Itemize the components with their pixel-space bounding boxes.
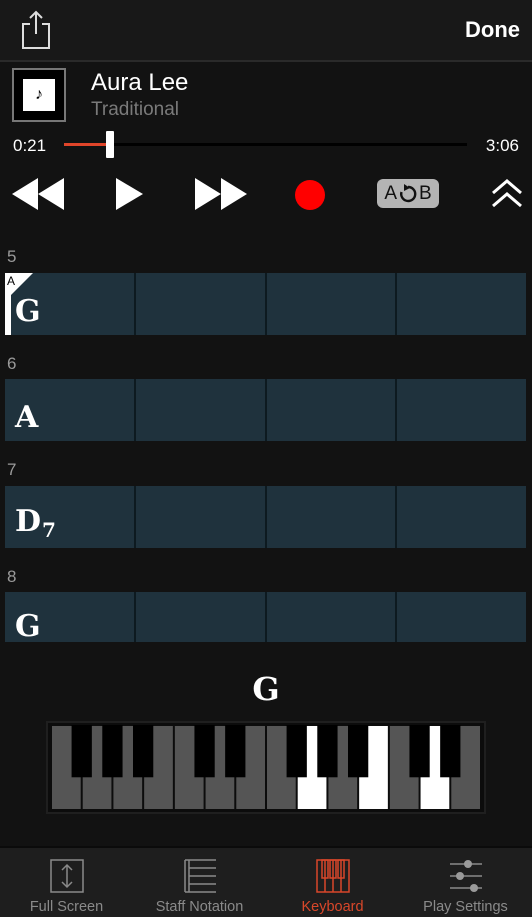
tab-keyboard[interactable]: Keyboard bbox=[266, 848, 399, 917]
ab-repeat-button[interactable]: A B bbox=[377, 179, 439, 208]
play-button[interactable] bbox=[116, 178, 144, 215]
tab-bar: Full Screen Staff Notation Keyboard Play… bbox=[0, 846, 532, 917]
ab-repeat-icon bbox=[400, 183, 417, 202]
share-icon bbox=[22, 10, 50, 49]
done-button[interactable]: Done bbox=[465, 17, 520, 43]
measure-row[interactable]: A bbox=[5, 379, 526, 441]
beat-cell[interactable] bbox=[397, 273, 526, 335]
measure-row[interactable]: G bbox=[5, 592, 526, 642]
piano-keyboard-graphic bbox=[52, 725, 480, 809]
tab-label: Play Settings bbox=[423, 899, 508, 915]
section-marker-label: A bbox=[7, 274, 16, 288]
black-key-g-sharp bbox=[317, 725, 338, 778]
ab-repeat-a-label: A bbox=[384, 182, 397, 204]
beat-cell[interactable] bbox=[136, 273, 267, 335]
chord-root: G bbox=[15, 294, 41, 329]
progress-fill bbox=[64, 143, 110, 146]
collapse-button[interactable] bbox=[491, 178, 523, 213]
fast-forward-button[interactable] bbox=[195, 177, 249, 216]
beat-cell[interactable] bbox=[397, 379, 526, 441]
play-settings-icon bbox=[449, 860, 482, 892]
beat-cell[interactable] bbox=[397, 592, 526, 642]
tab-label: Keyboard bbox=[301, 899, 364, 915]
beat-cell[interactable] bbox=[267, 379, 398, 441]
full-screen-icon bbox=[49, 859, 84, 893]
share-button[interactable] bbox=[20, 8, 52, 50]
beat-cell[interactable] bbox=[397, 486, 526, 548]
black-key-c-sharp bbox=[194, 725, 215, 778]
rewind-icon bbox=[12, 178, 64, 210]
record-button[interactable] bbox=[294, 179, 326, 216]
black-key-f-sharp bbox=[71, 725, 92, 778]
piano-keyboard bbox=[46, 721, 486, 814]
chord-symbol: A bbox=[15, 403, 38, 433]
music-note-icon: ♪ bbox=[23, 79, 55, 111]
black-key-c-sharp bbox=[409, 725, 430, 778]
beat-cell[interactable] bbox=[267, 592, 398, 642]
progress-thumb[interactable] bbox=[105, 131, 114, 158]
chord-root: G bbox=[15, 609, 41, 644]
current-time: 0:21 bbox=[13, 136, 47, 155]
black-key-d-sharp bbox=[225, 725, 246, 778]
record-icon bbox=[295, 180, 325, 210]
song-title: Aura Lee bbox=[91, 69, 189, 96]
black-key-g-sharp bbox=[102, 725, 123, 778]
measure-number: 8 bbox=[7, 567, 17, 586]
tab-label: Staff Notation bbox=[155, 899, 244, 915]
album-art: ♪ bbox=[12, 68, 66, 122]
beat-cell[interactable] bbox=[136, 592, 267, 642]
chord-chart[interactable]: 5 A G 6 A 7 D7 8 G bbox=[0, 240, 532, 650]
tab-staff-notation[interactable]: Staff Notation bbox=[133, 848, 266, 917]
total-time: 3:06 bbox=[485, 136, 519, 155]
song-artist: Traditional bbox=[91, 99, 180, 120]
black-key-f-sharp bbox=[286, 725, 307, 778]
beat-cell[interactable] bbox=[267, 273, 398, 335]
current-chord-name: G bbox=[252, 670, 280, 708]
play-icon bbox=[116, 178, 143, 210]
beat-cell[interactable]: A bbox=[5, 379, 136, 441]
chord-root: D bbox=[15, 504, 42, 539]
beat-cell[interactable]: A G bbox=[5, 273, 136, 335]
measure-row[interactable]: D7 bbox=[5, 486, 526, 548]
black-key-a-sharp bbox=[348, 725, 369, 778]
tab-full-screen[interactable]: Full Screen bbox=[0, 848, 133, 917]
ab-repeat-b-label: B bbox=[419, 182, 432, 204]
collapse-icon bbox=[492, 179, 522, 208]
measure-number: 6 bbox=[7, 354, 17, 373]
black-key-a-sharp bbox=[133, 725, 154, 778]
chord-suffix: 7 bbox=[42, 518, 56, 542]
fast-forward-icon bbox=[195, 178, 247, 210]
staff-notation-icon bbox=[183, 859, 216, 893]
top-bar: Done bbox=[0, 0, 532, 62]
beat-cell[interactable] bbox=[267, 486, 398, 548]
tab-label: Full Screen bbox=[29, 899, 104, 915]
measure-row[interactable]: A G bbox=[5, 273, 526, 335]
black-key-d-sharp bbox=[440, 725, 461, 778]
beat-cell[interactable]: G bbox=[5, 592, 136, 642]
chord-symbol: G bbox=[15, 612, 41, 642]
rewind-button[interactable] bbox=[12, 177, 66, 216]
tab-play-settings[interactable]: Play Settings bbox=[399, 848, 532, 917]
song-info: ♪ Aura Lee Traditional bbox=[0, 64, 532, 128]
chord-symbol: D7 bbox=[15, 504, 56, 542]
chord-root: A bbox=[15, 400, 39, 435]
beat-cell[interactable] bbox=[136, 379, 267, 441]
progress-track[interactable] bbox=[64, 143, 467, 146]
measure-number: 7 bbox=[7, 460, 17, 479]
beat-cell[interactable] bbox=[136, 486, 267, 548]
chord-symbol: G bbox=[15, 297, 41, 327]
keyboard-icon bbox=[315, 859, 350, 893]
measure-number: 5 bbox=[7, 247, 17, 266]
beat-cell[interactable]: D7 bbox=[5, 486, 136, 548]
